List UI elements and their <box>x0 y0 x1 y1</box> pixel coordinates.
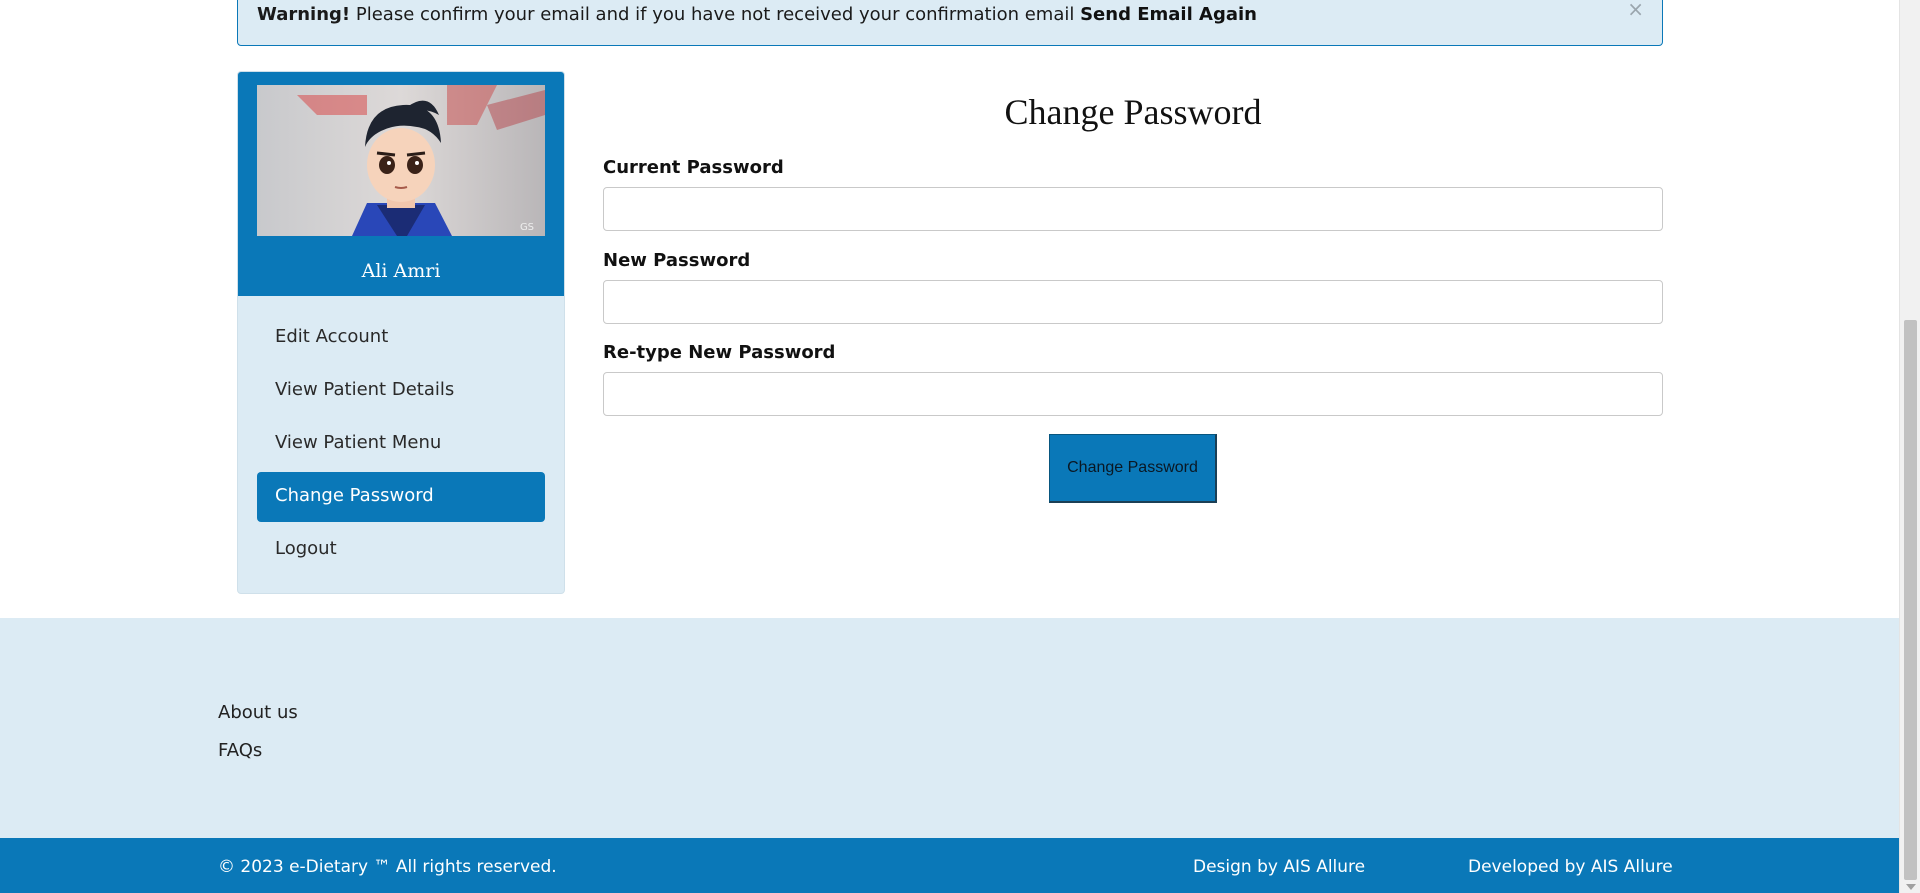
design-credit[interactable]: Design by AIS Allure <box>1193 857 1365 877</box>
alert-strong: Warning! <box>257 4 351 25</box>
developed-credit[interactable]: Developed by AIS Allure <box>1468 857 1673 877</box>
avatar-watermark: GS <box>520 222 534 233</box>
page-title: Change Password <box>1004 92 1262 132</box>
sidebar-item-change-password[interactable]: Change Password <box>257 472 545 522</box>
vertical-scrollbar[interactable] <box>1899 0 1920 893</box>
footer-links-section: About us FAQs <box>0 618 1899 838</box>
page: Warning! Please confirm your email and i… <box>0 0 1899 893</box>
sidebar-item-logout[interactable]: Logout <box>257 525 545 575</box>
sidebar-item-edit-account[interactable]: Edit Account <box>257 313 545 363</box>
retype-password-input[interactable] <box>603 372 1663 416</box>
profile-name: Ali Amri <box>361 260 441 282</box>
avatar: GS <box>257 85 545 236</box>
current-password-input[interactable] <box>603 187 1663 231</box>
sidebar-item-view-patient-menu[interactable]: View Patient Menu <box>257 419 545 469</box>
change-password-button[interactable]: Change Password <box>1049 434 1217 503</box>
sidebar-nav: Edit Account View Patient Details View P… <box>257 313 545 578</box>
footer-bar: © 2023 e-Dietary ™ All rights reserved. … <box>0 838 1899 893</box>
footer-link-about-us[interactable]: About us <box>218 702 298 723</box>
new-password-input[interactable] <box>603 280 1663 324</box>
send-email-again-link[interactable]: Send Email Again <box>1080 4 1257 25</box>
alert-message: Please confirm your email and if you hav… <box>355 4 1075 25</box>
new-password-label: New Password <box>603 250 751 271</box>
change-password-form: Change Password Current Password New Pas… <box>603 71 1663 503</box>
current-password-label: Current Password <box>603 157 784 178</box>
scrollbar-thumb[interactable] <box>1904 320 1917 880</box>
retype-password-label: Re-type New Password <box>603 342 836 363</box>
copyright-text: © 2023 e-Dietary ™ All rights reserved. <box>218 857 557 877</box>
footer-link-faqs[interactable]: FAQs <box>218 740 262 761</box>
profile-header: GS Ali Amri <box>238 72 564 296</box>
profile-sidebar: GS Ali Amri Edit Account View Patient De… <box>237 71 565 594</box>
scroll-down-arrow-icon[interactable] <box>1906 884 1916 890</box>
close-icon[interactable]: × <box>1627 0 1644 19</box>
sidebar-item-view-patient-details[interactable]: View Patient Details <box>257 366 545 416</box>
warning-alert: Warning! Please confirm your email and i… <box>237 0 1663 46</box>
